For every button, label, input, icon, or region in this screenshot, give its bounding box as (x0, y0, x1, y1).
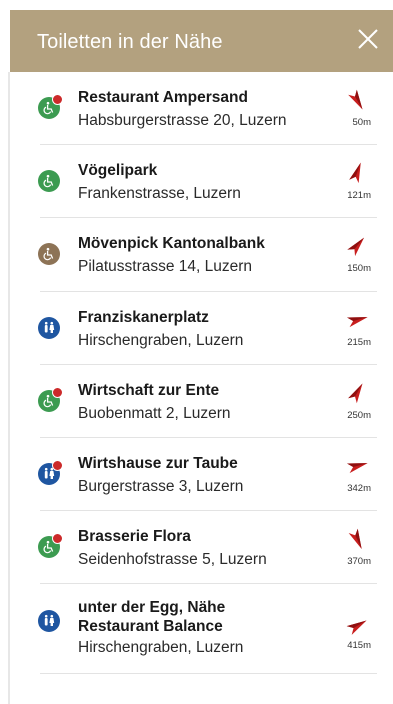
place-name: unter der Egg, Nähe Restaurant Balance (78, 599, 226, 635)
direction-arrow-icon (345, 527, 369, 551)
place-name: Wirtshause zur Taube (78, 455, 238, 472)
list-item[interactable]: Mövenpick Kantonalbank Pilatusstrasse 14,… (38, 218, 377, 292)
place-address: Burgerstrasse 3, Luzern (78, 478, 244, 495)
list-item[interactable]: unter der Egg, Nähe Restaurant Balance Hi… (38, 584, 377, 674)
distance-label: 121m (347, 190, 371, 201)
header-title: Toiletten in der Nähe (37, 31, 223, 53)
place-address: Pilatusstrasse 14, Luzern (78, 258, 253, 275)
place-address: Seidenhofstrasse 5, Luzern (78, 551, 267, 568)
category-icon (38, 243, 60, 265)
place-address: Buobenmatt 2, Luzern (78, 405, 231, 422)
wheelchair-icon (43, 247, 54, 261)
distance-label: 370m (347, 556, 371, 567)
badge-dot-icon (52, 460, 63, 471)
place-address: Hirschengraben, Luzern (78, 332, 244, 349)
toilet-people-icon (44, 614, 55, 626)
direction-arrow-icon (345, 88, 369, 112)
list-item[interactable]: Franziskanerplatz Hirschengraben, Luzern 2… (38, 292, 377, 365)
category-icon (38, 460, 63, 485)
toilet-people-icon (44, 321, 55, 333)
direction-arrow-icon (345, 161, 369, 185)
place-name: Vögelipark (78, 162, 158, 179)
header-bar: Toiletten in der Nähe (10, 10, 393, 72)
wheelchair-icon (43, 174, 54, 188)
distance-label: 215m (347, 337, 371, 348)
category-icon (38, 317, 60, 339)
direction-arrow-icon (345, 381, 369, 405)
category-icon (38, 533, 63, 558)
place-address: Hirschengraben, Luzern (78, 639, 244, 656)
direction-arrow-icon (345, 454, 369, 478)
list-item[interactable]: Wirtschaft zur Ente Buobenmatt 2, Luzern 2… (38, 365, 377, 438)
distance-label: 150m (347, 263, 371, 274)
direction-arrow-icon (345, 234, 369, 258)
direction-arrow-icon (345, 614, 369, 638)
list-item[interactable]: Restaurant Ampersand Habsburgerstrasse 20… (38, 72, 377, 145)
close-button[interactable] (353, 24, 383, 54)
badge-dot-icon (52, 387, 63, 398)
distance-label: 342m (347, 483, 371, 494)
place-address: Frankenstrasse, Luzern (78, 185, 241, 202)
place-name: Wirtschaft zur Ente (78, 382, 220, 399)
distance-label: 415m (347, 640, 371, 651)
category-icon (38, 170, 60, 192)
badge-dot-icon (52, 94, 63, 105)
badge-dot-icon (52, 533, 63, 544)
category-icon (38, 610, 60, 632)
distance-label: 50m (352, 117, 371, 128)
direction-arrow-icon (345, 308, 369, 332)
place-name: Mövenpick Kantonalbank (78, 235, 265, 252)
place-address: Habsburgerstrasse 20, Luzern (78, 112, 287, 129)
category-icon (38, 387, 63, 412)
list-item[interactable]: Brasserie Flora Seidenhofstrasse 5, Luzer… (38, 511, 377, 584)
list-item[interactable]: Vögelipark Frankenstrasse, Luzern 121m (38, 145, 377, 218)
list-item[interactable]: Wirtshause zur Taube Burgerstrasse 3, Luz… (38, 438, 377, 511)
place-name: Franziskanerplatz (78, 309, 209, 326)
frame-edge (0, 72, 10, 704)
category-icon (38, 94, 63, 119)
distance-label: 250m (347, 410, 371, 421)
place-name: Brasserie Flora (78, 528, 191, 545)
close-icon (358, 29, 378, 49)
toilet-list: Restaurant Ampersand Habsburgerstrasse 20… (38, 72, 377, 674)
place-name: Restaurant Ampersand (78, 89, 248, 106)
